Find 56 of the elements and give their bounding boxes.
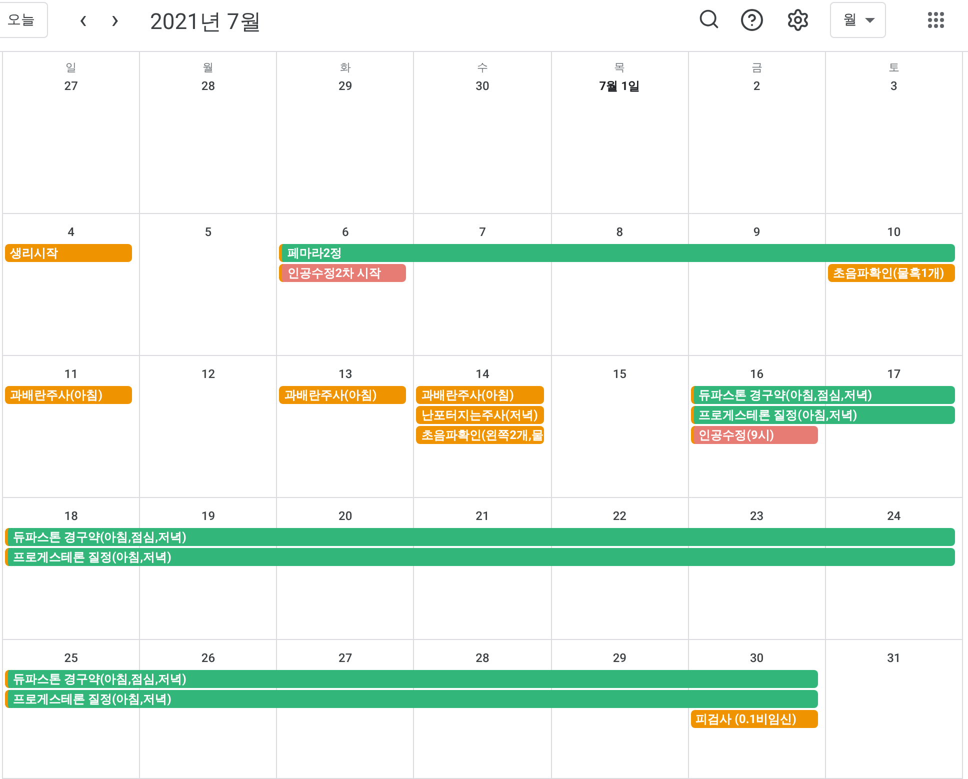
date-number[interactable]: 2 <box>753 78 760 94</box>
today-button[interactable]: 오늘 <box>0 2 48 38</box>
date-number[interactable]: 20 <box>338 508 352 524</box>
dropdown-caret-icon <box>865 18 875 22</box>
date-number[interactable]: 7 <box>479 224 486 240</box>
weekday-label: 금 <box>751 60 762 76</box>
date-number[interactable]: 13 <box>338 366 352 382</box>
date-number[interactable]: 11 <box>64 366 78 382</box>
date-number[interactable]: 9 <box>753 224 760 240</box>
settings-icon <box>786 8 810 32</box>
date-number[interactable]: 24 <box>887 508 901 524</box>
date-number[interactable]: 30 <box>476 78 490 94</box>
date-number[interactable]: 8 <box>616 224 624 240</box>
help-button[interactable] <box>740 8 764 32</box>
weekday-label: 화 <box>340 60 351 76</box>
date-number[interactable]: 22 <box>612 508 626 524</box>
previous-month-button[interactable]: ‹ <box>72 8 94 32</box>
next-month-button[interactable]: › <box>104 8 126 32</box>
settings-button[interactable] <box>786 8 810 32</box>
month-title: 2021년 7월 <box>150 9 262 37</box>
date-number[interactable]: 29 <box>338 78 352 94</box>
apps-grid-icon <box>928 12 944 28</box>
date-number[interactable]: 18 <box>64 508 78 524</box>
date-number[interactable]: 3 <box>890 78 898 94</box>
weekday-label: 목 <box>614 60 626 76</box>
date-number[interactable]: 27 <box>64 78 78 94</box>
date-number[interactable]: 23 <box>750 508 764 524</box>
weekday-label: 토 <box>888 60 900 76</box>
weekday-label: 일 <box>66 60 77 76</box>
search-button[interactable] <box>698 8 720 30</box>
date-number[interactable]: 29 <box>612 650 626 666</box>
weekday-label: 월 <box>202 60 214 76</box>
date-number[interactable]: 27 <box>338 650 352 666</box>
date-number[interactable]: 7월 1일 <box>599 78 640 94</box>
help-icon <box>740 8 764 32</box>
date-number[interactable]: 30 <box>750 650 764 666</box>
date-number[interactable]: 21 <box>476 508 490 524</box>
date-number[interactable]: 19 <box>201 508 216 524</box>
search-icon <box>698 8 720 30</box>
date-number[interactable]: 28 <box>201 78 216 94</box>
date-number[interactable]: 25 <box>64 650 78 666</box>
date-number[interactable]: 15 <box>612 366 626 382</box>
view-selector[interactable]: 월 <box>830 2 886 38</box>
date-number[interactable]: 5 <box>204 224 212 240</box>
date-number[interactable]: 26 <box>201 650 216 666</box>
apps-button[interactable] <box>928 12 944 28</box>
date-number[interactable]: 4 <box>68 224 74 240</box>
date-number[interactable]: 17 <box>887 366 901 382</box>
date-number[interactable]: 14 <box>476 366 490 382</box>
date-number[interactable]: 28 <box>476 650 490 666</box>
date-number[interactable]: 16 <box>750 366 764 382</box>
weekday-label: 수 <box>476 60 488 76</box>
date-number[interactable]: 10 <box>887 224 901 240</box>
date-number[interactable]: 31 <box>887 650 901 666</box>
date-number[interactable]: 12 <box>201 366 216 382</box>
date-number[interactable]: 6 <box>342 224 349 240</box>
